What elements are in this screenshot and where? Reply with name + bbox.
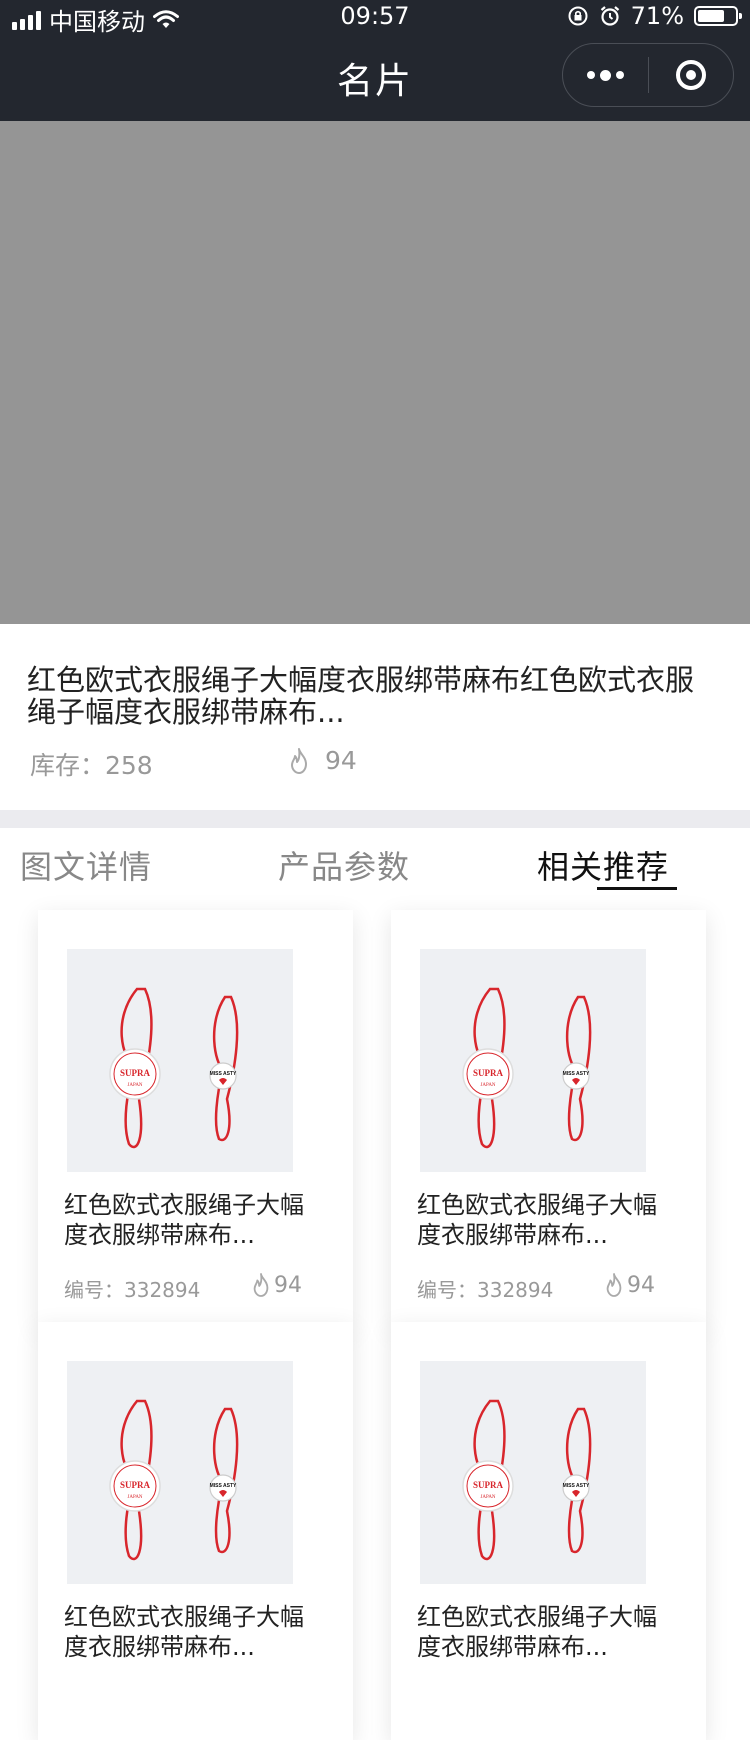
product-thumbnail[interactable]: SUPRA JAPAN MISS ASTY [420, 949, 646, 1172]
battery-icon [694, 6, 742, 26]
tab-recommend[interactable]: 相关推荐 [537, 842, 669, 888]
badge-text: SUPRA [120, 1068, 151, 1078]
product-thumbnail-illustration: SUPRA JAPAN MISS ASTY [67, 949, 293, 1172]
badge-text: MISS ASTY [563, 1071, 590, 1077]
battery-fill [698, 10, 724, 22]
tab-params[interactable]: 产品参数 [278, 842, 410, 888]
active-tab-indicator [597, 887, 677, 890]
tab-bar: 图文详情 产品参数 相关推荐 [0, 828, 750, 893]
battery-percent: 71% [630, 2, 684, 30]
product-thumbnail-illustration: SUPRA JAPAN MISS ASTY [67, 1361, 293, 1584]
more-button[interactable] [563, 44, 648, 106]
flame-icon [253, 1273, 269, 1297]
recommend-card[interactable]: SUPRA JAPAN MISS ASTY 红色欧式衣服绳子大幅度衣服绑带麻布.… [38, 1322, 353, 1740]
card-title: 红色欧式衣服绳子大幅度衣服绑带麻布... [64, 1603, 304, 1661]
product-title: 红色欧式衣服绳子大幅度衣服绑带麻布红色欧式衣服绳子幅度衣服绑带麻布... [27, 664, 695, 728]
card-code: 编号：332894 [64, 1278, 201, 1302]
more-dot-icon [615, 71, 624, 79]
alarm-icon [600, 6, 619, 26]
badge-text: SUPRA [473, 1068, 504, 1078]
more-dot-icon [599, 69, 611, 81]
status-right: 71% [567, 2, 742, 30]
flame-icon [291, 747, 307, 774]
recommend-card[interactable]: SUPRA JAPAN MISS ASTY 红色欧式衣服绳子大幅度衣服绑带麻布.… [391, 910, 706, 1328]
badge-text: SUPRA [473, 1480, 504, 1490]
mini-program-capsule [562, 43, 734, 107]
status-bar: 中国移动 09:57 71% [0, 0, 750, 36]
badge-text: SUPRA [120, 1480, 151, 1490]
card-title: 红色欧式衣服绳子大幅度衣服绑带麻布... [417, 1191, 657, 1249]
recommend-card[interactable]: SUPRA JAPAN MISS ASTY 红色欧式衣服绳子大幅度衣服绑带麻布.… [391, 1322, 706, 1740]
product-stock: 库存：258 [30, 751, 153, 780]
heat-count: 94 [325, 746, 357, 775]
badge-subtext: JAPAN [127, 1083, 142, 1088]
product-thumbnail-illustration: SUPRA JAPAN MISS ASTY [420, 949, 646, 1172]
product-hero-image[interactable] [0, 121, 750, 624]
close-miniprogram-button[interactable] [649, 44, 734, 106]
product-thumbnail[interactable]: SUPRA JAPAN MISS ASTY [67, 949, 293, 1172]
product-thumbnail[interactable]: SUPRA JAPAN MISS ASTY [420, 1361, 646, 1584]
card-heat: 94 [603, 1272, 655, 1298]
flame-icon [606, 1273, 622, 1297]
product-heat: 94 [287, 746, 357, 775]
recommend-card[interactable]: SUPRA JAPAN MISS ASTY 红色欧式衣服绳子大幅度衣服绑带麻布.… [38, 910, 353, 1328]
card-code: 编号：332894 [417, 1278, 554, 1302]
card-heat: 94 [250, 1272, 302, 1298]
card-heat-count: 94 [627, 1272, 655, 1298]
tab-detail[interactable]: 图文详情 [20, 842, 152, 888]
target-icon [675, 60, 706, 90]
product-thumbnail[interactable]: SUPRA JAPAN MISS ASTY [67, 1361, 293, 1584]
badge-text: MISS ASTY [210, 1071, 237, 1077]
badge-subtext: JAPAN [127, 1495, 142, 1500]
rotation-lock-icon [568, 6, 588, 26]
card-heat-count: 94 [274, 1272, 302, 1298]
card-title: 红色欧式衣服绳子大幅度衣服绑带麻布... [64, 1191, 304, 1249]
recommend-grid: SUPRA JAPAN MISS ASTY 红色欧式衣服绳子大幅度衣服绑带麻布.… [0, 892, 750, 1740]
product-info: 红色欧式衣服绳子大幅度衣服绑带麻布红色欧式衣服绳子幅度衣服绑带麻布... 库存：… [0, 624, 750, 810]
card-title: 红色欧式衣服绳子大幅度衣服绑带麻布... [417, 1603, 657, 1661]
product-thumbnail-illustration: SUPRA JAPAN MISS ASTY [420, 1361, 646, 1584]
more-dot-icon [586, 71, 595, 79]
badge-text: MISS ASTY [210, 1483, 237, 1489]
badge-text: MISS ASTY [563, 1483, 590, 1489]
badge-subtext: JAPAN [480, 1495, 495, 1500]
top-bar: 中国移动 09:57 71% 名片 [0, 0, 750, 121]
badge-subtext: JAPAN [480, 1083, 495, 1088]
section-divider [0, 810, 750, 828]
